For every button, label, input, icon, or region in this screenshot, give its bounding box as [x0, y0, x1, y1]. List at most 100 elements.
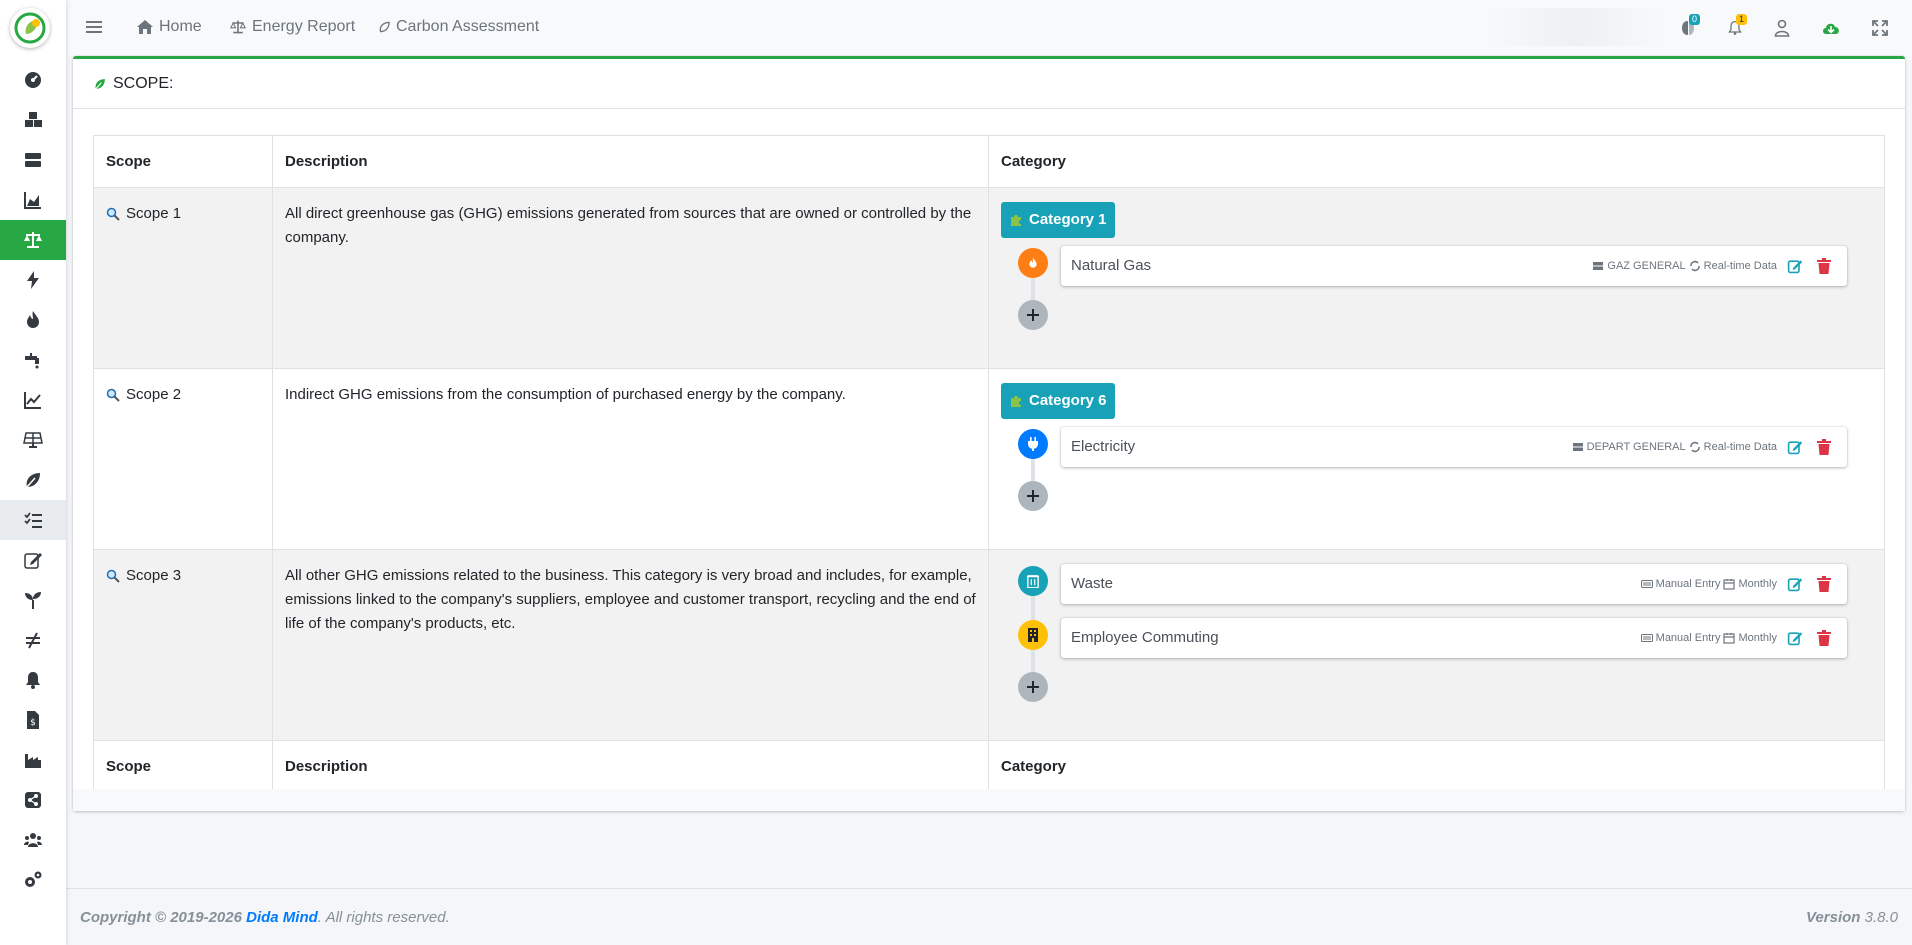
notifications-button[interactable]: 1	[1721, 14, 1749, 40]
emission-item-natural-gas[interactable]: Natural Gas GAZ GENERAL Real-time Data	[1061, 246, 1847, 286]
header-category[interactable]: Category	[988, 135, 1885, 188]
trash-icon[interactable]	[1817, 439, 1831, 455]
sync-icon	[1689, 260, 1700, 272]
footer-header-description: Description	[272, 740, 989, 793]
nav-energy-report-label: Energy Report	[252, 18, 356, 35]
header-description[interactable]: Description	[272, 135, 989, 188]
sidebar-item-carbon[interactable]	[0, 460, 66, 500]
server-icon	[1593, 262, 1604, 270]
fullscreen-button[interactable]	[1866, 16, 1894, 40]
sidebar-item-balance[interactable]	[0, 220, 66, 260]
nav-home-label: Home	[159, 18, 202, 35]
edit-icon[interactable]	[1787, 439, 1803, 455]
scope-description: All other GHG emissions related to the b…	[272, 549, 989, 741]
sidebar-item-users[interactable]	[0, 820, 66, 860]
table-row: Scope 1 All direct greenhouse gas (GHG) …	[93, 187, 1885, 369]
fire-icon	[1018, 248, 1048, 278]
home-icon	[137, 20, 153, 34]
search-icon	[106, 388, 120, 402]
sidebar-item-solar[interactable]	[0, 420, 66, 460]
sidebar-item-charts[interactable]	[0, 180, 66, 220]
category-label: Category 6	[1029, 392, 1107, 409]
scope-card: SCOPE: Scope Description Category Scope …	[73, 56, 1905, 811]
scope-name: Scope 3	[126, 567, 182, 584]
category-label: Category 1	[1029, 211, 1107, 228]
app-logo[interactable]	[10, 8, 50, 48]
emission-item-employee-commuting[interactable]: Employee Commuting Manual Entry Monthly	[1061, 618, 1847, 658]
sidebar-item-scope-list[interactable]	[0, 500, 66, 540]
sidebar-item-settings[interactable]	[0, 860, 66, 900]
trash-icon[interactable]	[1817, 630, 1831, 646]
nav-carbon-assessment-link[interactable]: Carbon Assessment	[378, 18, 539, 36]
sidebar-item-alerts[interactable]	[0, 660, 66, 700]
category-badge[interactable]: Category 1	[1001, 202, 1115, 238]
puzzle-icon	[1011, 395, 1021, 407]
table-row: Scope 3 All other GHG emissions related …	[93, 549, 1885, 741]
server-icon	[1572, 443, 1583, 451]
plus-icon	[1027, 309, 1039, 321]
fire-icon	[27, 311, 39, 328]
version-info: Version 3.8.0	[1805, 908, 1898, 926]
add-item-button[interactable]	[1018, 300, 1048, 330]
sidebar-item-industry[interactable]	[0, 740, 66, 780]
sidebar-item-seedling[interactable]	[0, 580, 66, 620]
sidebar-item-compare[interactable]	[0, 620, 66, 660]
edit-icon[interactable]	[1787, 576, 1803, 592]
edit-icon[interactable]	[1787, 258, 1803, 274]
sidebar-item-dashboard[interactable]	[0, 60, 66, 100]
bell-icon	[26, 672, 40, 689]
scope-description: All direct greenhouse gas (GHG) emission…	[272, 187, 989, 369]
search-icon	[106, 569, 120, 583]
emission-item-waste[interactable]: Waste Manual Entry Monthly	[1061, 564, 1847, 604]
sidebar-item-gas[interactable]	[0, 300, 66, 340]
svg-text:$: $	[30, 718, 36, 728]
solar-panel-icon	[23, 432, 43, 448]
nav-energy-report-link[interactable]: Energy Report	[229, 18, 355, 36]
cogs-icon	[25, 871, 42, 887]
messages-badge: 0	[1688, 14, 1700, 25]
search-icon	[106, 207, 120, 221]
file-invoice-dollar-icon: $	[27, 711, 39, 729]
sidebar-item-edit[interactable]	[0, 540, 66, 580]
scope-table: Scope Description Category Scope 1 All d…	[93, 135, 1885, 793]
item-name: Waste	[1071, 575, 1113, 592]
item-name: Natural Gas	[1071, 257, 1152, 274]
building-icon	[1018, 620, 1048, 650]
leaf-logo-icon	[14, 12, 46, 44]
category-badge[interactable]: Category 6	[1001, 383, 1115, 419]
keyboard-icon	[1640, 580, 1653, 588]
server-icon	[25, 153, 41, 167]
add-item-button[interactable]	[1018, 481, 1048, 511]
scope-name: Scope 2	[126, 386, 182, 403]
emission-item-electricity[interactable]: Electricity DEPART GENERAL Real-time Dat…	[1061, 427, 1847, 467]
sidebar-item-energy[interactable]	[0, 260, 66, 300]
leaf-icon	[26, 473, 40, 488]
expand-icon	[1872, 20, 1888, 36]
download-button[interactable]	[1817, 16, 1845, 40]
nav-home-link[interactable]: Home	[136, 18, 202, 36]
sidebar-item-share[interactable]	[0, 780, 66, 820]
scope-description: Indirect GHG emissions from the consumpt…	[272, 368, 989, 550]
sidebar-item-invoices[interactable]: $	[0, 700, 66, 740]
sync-icon	[1689, 441, 1700, 453]
item-source: GAZ GENERAL Real-time Data	[1592, 254, 1777, 278]
header-scope[interactable]: Scope	[93, 135, 273, 188]
messages-button[interactable]: 0	[1674, 14, 1702, 40]
sidebar-item-trends[interactable]	[0, 380, 66, 420]
sidebar-item-servers[interactable]	[0, 140, 66, 180]
sidebar-item-water[interactable]	[0, 340, 66, 380]
users-icon	[24, 833, 42, 847]
brand-link[interactable]: Dida Mind	[246, 909, 318, 926]
add-item-button[interactable]	[1018, 672, 1048, 702]
card-title: SCOPE:	[113, 74, 174, 92]
sidebar-item-modules[interactable]	[0, 100, 66, 140]
trash-icon[interactable]	[1817, 258, 1831, 274]
card-footer	[73, 789, 1905, 811]
emission-timeline: Natural Gas GAZ GENERAL Real-time Data	[1001, 246, 1872, 354]
footer-header-category: Category	[988, 740, 1885, 793]
edit-icon[interactable]	[1787, 630, 1803, 646]
user-menu-button[interactable]	[1768, 16, 1796, 40]
trash-icon[interactable]	[1817, 576, 1831, 592]
menu-toggle-button[interactable]	[86, 18, 104, 40]
calendar-icon	[1723, 633, 1736, 644]
